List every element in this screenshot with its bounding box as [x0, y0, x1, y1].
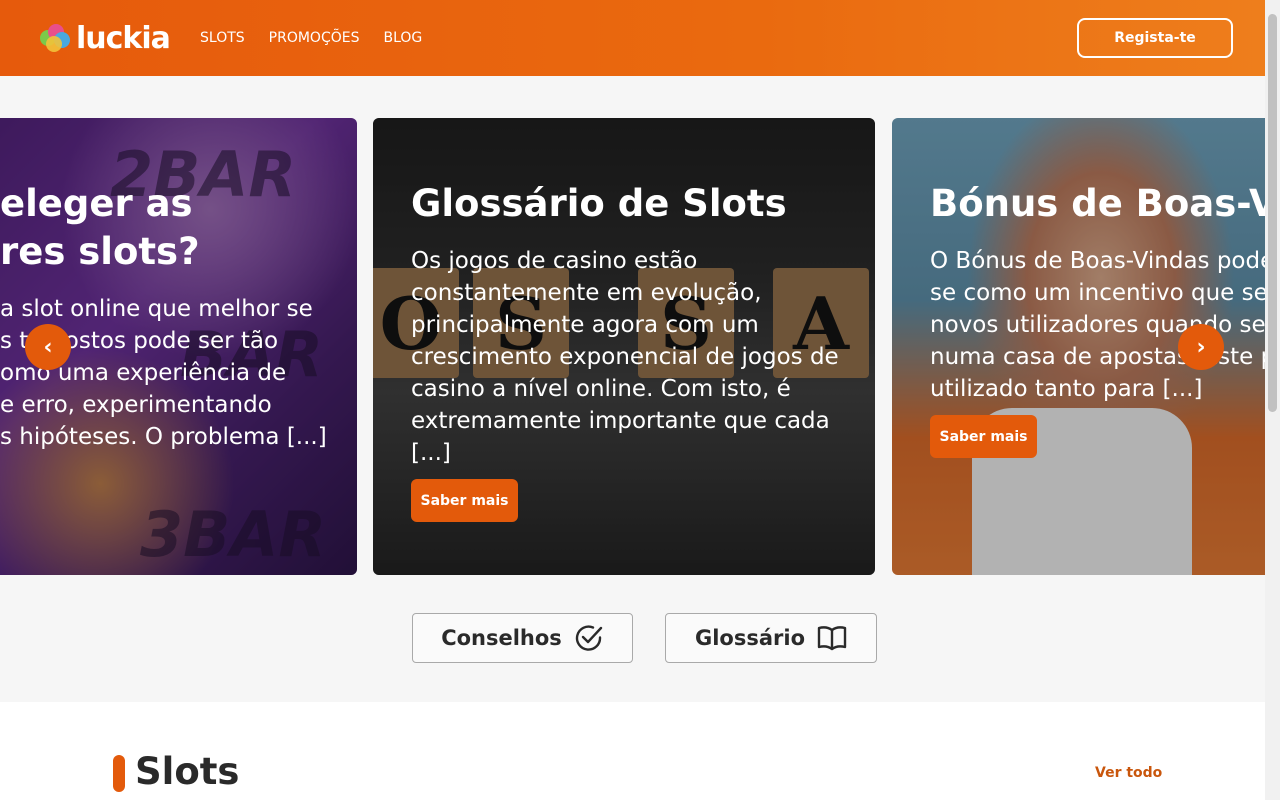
site-header: luckia SLOTS PROMOÇÕES BLOG Regista-te — [0, 0, 1265, 76]
luckia-logo[interactable]: luckia — [38, 18, 171, 58]
card-title: Bónus de Boas-Vinc — [930, 182, 1265, 225]
saber-mais-button[interactable]: Saber mais — [930, 415, 1037, 458]
glossario-button[interactable]: Glossário — [665, 613, 877, 663]
card-title-line: eleger as — [0, 182, 193, 225]
logo-text: luckia — [76, 20, 171, 56]
card-excerpt: Os jogos de casino estão constantemente … — [411, 245, 851, 469]
card-text-line: a slot online que melhor se — [0, 296, 313, 322]
slots-section-title: Slots — [135, 750, 240, 793]
card-excerpt: O Bónus de Boas-Vindas pode se como um i… — [930, 245, 1265, 405]
card-title: Glossário de Slots — [411, 182, 787, 225]
card-text-line: extremamente importante que cada — [411, 408, 830, 434]
glossario-label: Glossário — [694, 626, 805, 650]
card-text-line: crescimento exponencial de jogos de — [411, 344, 839, 370]
carousel-prev-button[interactable]: ‹ — [25, 324, 71, 370]
slots-section: Slots Ver todo — [0, 702, 1265, 800]
saber-mais-button[interactable]: Saber mais — [411, 479, 518, 522]
card-text-line: casino a nível online. Com isto, é — [411, 376, 791, 402]
card-text-line: se como um incentivo que se da — [930, 280, 1265, 306]
card-excerpt: a slot online que melhor se s tu gostos … — [0, 293, 330, 453]
see-all-link[interactable]: Ver todo — [1095, 765, 1162, 781]
carousel-next-button[interactable]: › — [1178, 324, 1224, 370]
card-text-line: constantemente em evolução, — [411, 280, 762, 306]
scrollbar-thumb[interactable] — [1268, 14, 1277, 412]
page-scrollbar[interactable] — [1265, 0, 1280, 800]
nav-blog[interactable]: BLOG — [383, 30, 422, 46]
card-text-line: e erro, experimentando — [0, 392, 272, 418]
card-text-line: principalmente agora com um — [411, 312, 759, 338]
nav-promocoes[interactable]: PROMOÇÕES — [269, 30, 360, 46]
chevron-left-icon: ‹ — [43, 334, 53, 360]
card-text-line: O Bónus de Boas-Vindas pode — [930, 248, 1265, 274]
conselhos-button[interactable]: Conselhos — [412, 613, 633, 663]
card-title: eleger as res slots? — [0, 180, 200, 276]
logo-icon — [38, 22, 74, 54]
card-title-line: res slots? — [0, 230, 200, 273]
card-text-line: [...] — [411, 440, 451, 466]
carousel-card-glossario[interactable]: O S S A Glossário de Slots Os jogos de c… — [373, 118, 875, 575]
blog-carousel: 2BAR BAR 3BAR eleger as res slots? a slo… — [0, 76, 1265, 702]
card-text-line: Os jogos de casino estão — [411, 248, 698, 274]
conselhos-label: Conselhos — [441, 626, 562, 650]
chevron-right-icon: › — [1196, 334, 1206, 360]
card-text-line: utilizado tanto para [...] — [930, 376, 1203, 402]
section-accent-bar — [113, 755, 125, 792]
nav-slots[interactable]: SLOTS — [200, 30, 245, 46]
check-circle-icon — [575, 625, 602, 651]
card-text-line: s hipóteses. O problema [...] — [0, 424, 327, 450]
register-button[interactable]: Regista-te — [1077, 18, 1233, 58]
main-nav: SLOTS PROMOÇÕES BLOG — [200, 30, 422, 46]
open-book-icon — [817, 626, 847, 651]
